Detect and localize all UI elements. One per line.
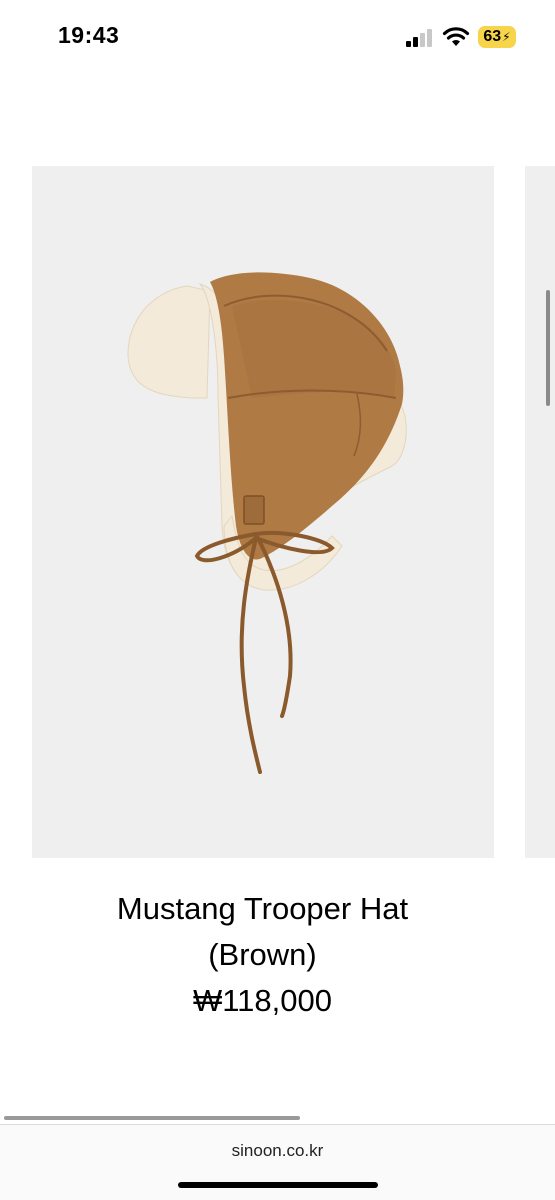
battery-indicator: 63 ⚡ [478,26,516,48]
home-indicator[interactable] [178,1182,378,1188]
vertical-scroll-indicator [546,290,550,406]
next-product-card-peek[interactable] [525,166,555,858]
product-carousel[interactable] [0,166,555,858]
product-name-line2: (Brown) [208,937,317,972]
wifi-icon [442,27,470,46]
browser-url-bar[interactable] [0,1125,555,1200]
status-time: 19:43 [58,22,120,48]
product-name-line1: Mustang Trooper Hat [116,891,409,926]
product-name[interactable]: Mustang Trooper Hat (Brown) [0,886,525,978]
battery-level: 63 [483,28,502,45]
charging-bolt-icon: ⚡ [502,30,511,44]
product-price: ₩118,000 [192,983,332,1018]
url-text[interactable]: sinoon.co.kr [0,1141,555,1161]
horizontal-scroll-indicator [4,1116,300,1120]
status-bar: 19:43 63 ⚡ [0,0,555,70]
product-image-card[interactable] [32,166,494,858]
trooper-hat-image [127,272,407,774]
cellular-signal-icon [406,29,432,47]
